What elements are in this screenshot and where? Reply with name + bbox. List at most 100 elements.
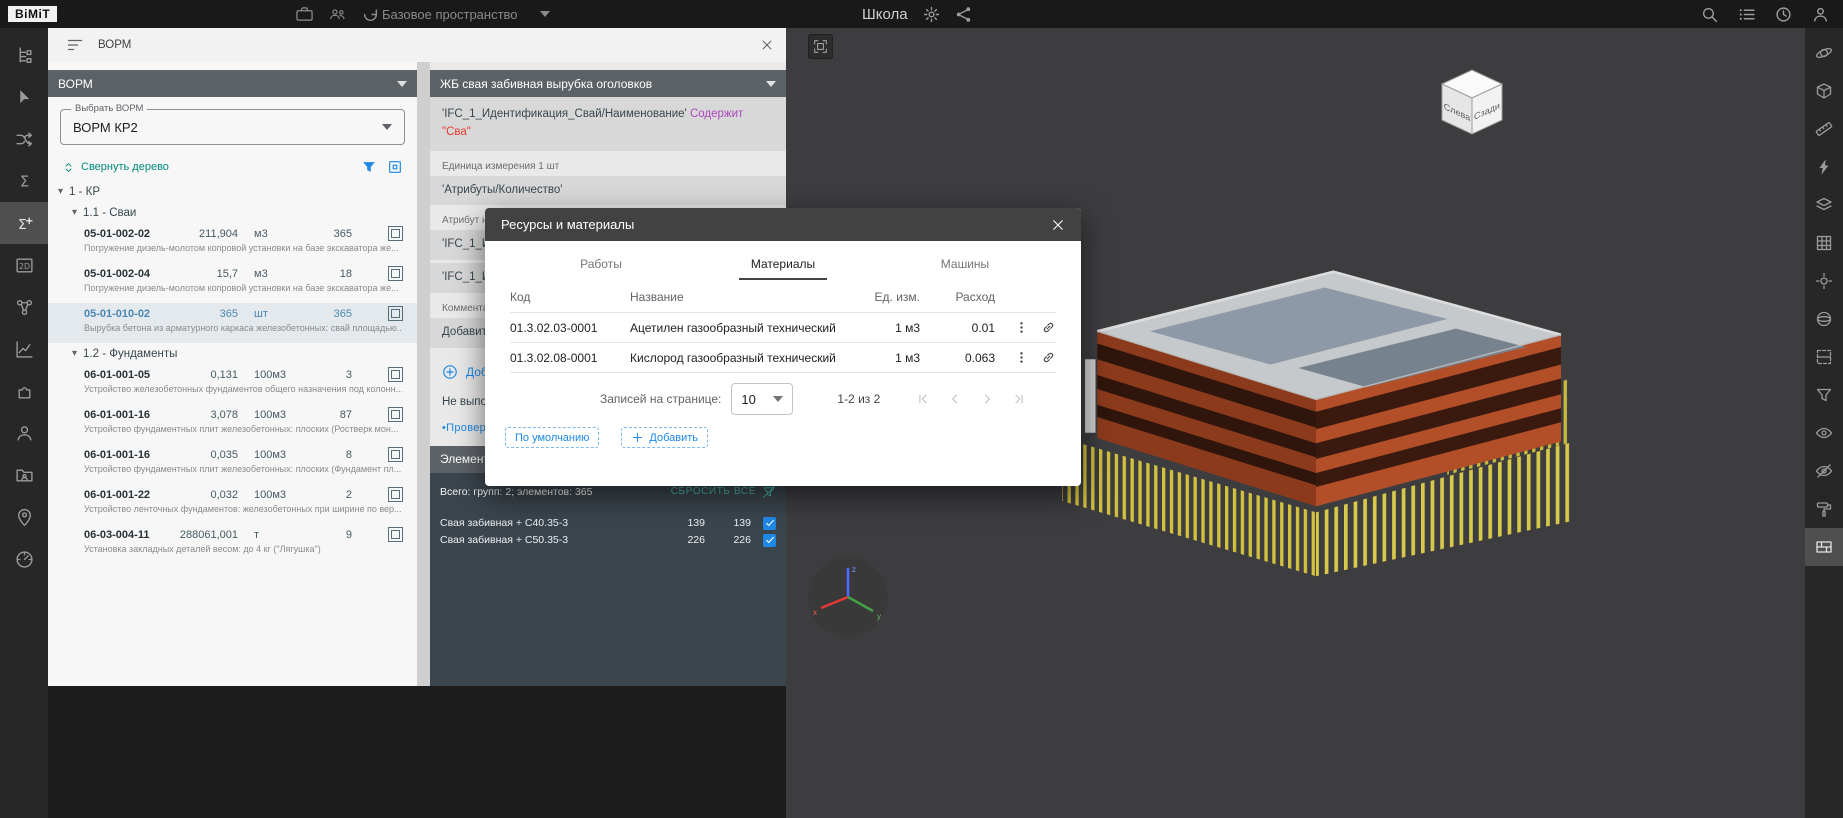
svg-text:2D: 2D (18, 262, 29, 271)
ruler-icon[interactable] (1805, 110, 1843, 148)
work-detail-header[interactable]: ЖБ свая забивная вырубка оголовков (430, 70, 786, 97)
chart-line-icon[interactable] (0, 328, 48, 370)
tree-row[interactable]: 05-01-002-0415,7м318Погружение дизель-мо… (48, 263, 417, 303)
panel-menu-icon[interactable] (66, 36, 84, 54)
reset-all-button[interactable]: СБРОСИТЬ ВСЁ (671, 485, 776, 499)
tree-row[interactable]: 06-01-001-163,078100м387Устройство фунда… (48, 404, 417, 444)
select-elements-icon[interactable] (388, 367, 403, 382)
tree-row[interactable]: 06-01-001-160,035100м38Устройство фундам… (48, 444, 417, 484)
caret-down-icon[interactable]: ▾ (58, 186, 63, 197)
grid-icon[interactable] (1805, 224, 1843, 262)
plugin-icon[interactable] (0, 370, 48, 412)
select-elements-icon[interactable] (388, 306, 403, 321)
person-icon[interactable] (0, 412, 48, 454)
element-group-checkbox[interactable] (763, 534, 776, 547)
next-page-icon[interactable] (980, 392, 994, 406)
search-icon[interactable] (1701, 6, 1718, 23)
orbit-icon[interactable] (1805, 34, 1843, 72)
orientation-gizmo[interactable]: z x y (806, 555, 890, 639)
sync-icon[interactable] (362, 6, 379, 23)
caret-down-icon[interactable]: ▾ (72, 348, 77, 359)
layers-icon[interactable] (1805, 186, 1843, 224)
paint-roller-icon[interactable] (1805, 490, 1843, 528)
select-elements-icon[interactable] (388, 266, 403, 281)
prev-page-icon[interactable] (948, 392, 962, 406)
team-icon[interactable] (329, 6, 346, 23)
gauge-icon[interactable] (0, 538, 48, 580)
row-menu-icon[interactable] (1014, 350, 1029, 365)
select-cursor-icon[interactable] (0, 76, 48, 118)
tree-group[interactable]: ▾1.2 - Фундаменты (48, 343, 417, 364)
share-icon[interactable] (955, 6, 972, 23)
bimit-logo[interactable]: BiMiT (8, 6, 57, 22)
history-icon[interactable] (1775, 6, 1792, 23)
vorm-select[interactable]: Выбрать ВОРМ ВОРМ КР2 (60, 109, 405, 145)
sum-icon[interactable]: Σ (0, 160, 48, 202)
link-icon[interactable] (1041, 320, 1056, 335)
filter-funnel-icon[interactable] (1805, 376, 1843, 414)
collapse-tree-button[interactable]: Свернуть дерево (62, 161, 169, 174)
close-panel-button[interactable] (760, 38, 774, 52)
eye-icon[interactable] (1805, 414, 1843, 452)
tree-row[interactable]: 06-01-001-220,032100м32Устройство ленточ… (48, 484, 417, 524)
element-group-row[interactable]: Свая забивная + С40.35-3139139 (430, 515, 786, 532)
frame-select-icon[interactable] (387, 159, 403, 175)
3d-building-model[interactable] (1036, 223, 1596, 583)
view-2d-icon[interactable]: 2D (0, 244, 48, 286)
condition-expression[interactable]: 'IFC_1_Идентификация_Свай/Наименование' … (430, 97, 786, 151)
select-elements-icon[interactable] (388, 447, 403, 462)
filter-icon[interactable] (361, 159, 377, 175)
connections-icon[interactable] (0, 118, 48, 160)
default-button[interactable]: По умолчанию (505, 427, 599, 448)
select-elements-icon[interactable] (388, 226, 403, 241)
graph-nodes-icon[interactable] (0, 286, 48, 328)
chevron-down-icon[interactable] (766, 81, 776, 87)
tree-row[interactable]: 05-01-002-02211,904м3365Погружение дизел… (48, 223, 417, 263)
tab-raboty[interactable]: Работы (510, 249, 692, 280)
select-elements-icon[interactable] (388, 487, 403, 502)
close-modal-button[interactable] (1051, 218, 1065, 232)
shared-folder-icon[interactable] (0, 454, 48, 496)
link-icon[interactable] (1041, 350, 1056, 365)
chevron-down-icon[interactable] (397, 81, 407, 87)
select-elements-icon[interactable] (388, 527, 403, 542)
section-plane-icon[interactable] (1805, 338, 1843, 376)
work-unit: м3 (254, 268, 306, 280)
last-page-icon[interactable] (1012, 392, 1026, 406)
user-icon[interactable] (1812, 6, 1829, 23)
tree-row[interactable]: 05-01-010-02365шт365Вырубка бетона из ар… (48, 303, 417, 343)
tree-row[interactable]: 06-03-004-11288061,001т9Установка заклад… (48, 524, 417, 564)
tree-row[interactable]: 06-01-001-050,131100м33Устройство железо… (48, 364, 417, 404)
list-icon[interactable] (1738, 6, 1755, 23)
walls-icon[interactable] (1805, 528, 1843, 566)
caret-down-icon[interactable]: ▾ (72, 207, 77, 218)
fit-view-button[interactable] (808, 34, 833, 59)
material-row[interactable]: 01.3.02.08-0001Кислород газообразный тех… (510, 342, 1056, 372)
sum-add-icon[interactable]: Σ (0, 202, 48, 244)
material-row[interactable]: 01.3.02.03-0001Ацетилен газообразный тех… (510, 312, 1056, 342)
tree-group[interactable]: ▾1.1 - Сваи (48, 202, 417, 223)
select-elements-icon[interactable] (388, 407, 403, 422)
briefcase-icon[interactable] (296, 6, 313, 23)
vorm-panel-header[interactable]: ВОРМ (48, 70, 417, 97)
row-menu-icon[interactable] (1014, 320, 1029, 335)
add-material-button[interactable]: Добавить (621, 427, 708, 448)
tab-mashiny[interactable]: Машины (874, 249, 1056, 280)
person-pin-icon[interactable] (0, 496, 48, 538)
workspace-selector[interactable]: Базовое пространство (382, 7, 550, 22)
tree-group[interactable]: ▾1 - КР (48, 181, 417, 202)
navigation-cube[interactable]: Слева Сзади (1432, 60, 1512, 140)
element-group-checkbox[interactable] (763, 517, 776, 530)
page-size-select[interactable]: 10 (731, 383, 793, 415)
first-page-icon[interactable] (916, 392, 930, 406)
sphere-icon[interactable] (1805, 300, 1843, 338)
settings-gear-icon[interactable] (923, 6, 940, 23)
eye-off-icon[interactable] (1805, 452, 1843, 490)
section-box-icon[interactable] (1805, 72, 1843, 110)
unit-attribute-field[interactable]: 'Атрибуты/Количество' (430, 176, 786, 206)
tab-materialy[interactable]: Материалы (692, 249, 874, 280)
structure-tree-icon[interactable] (0, 34, 48, 76)
focus-icon[interactable] (1805, 262, 1843, 300)
clash-icon[interactable] (1805, 148, 1843, 186)
element-group-row[interactable]: Свая забивная + С50.35-3226226 (430, 532, 786, 549)
